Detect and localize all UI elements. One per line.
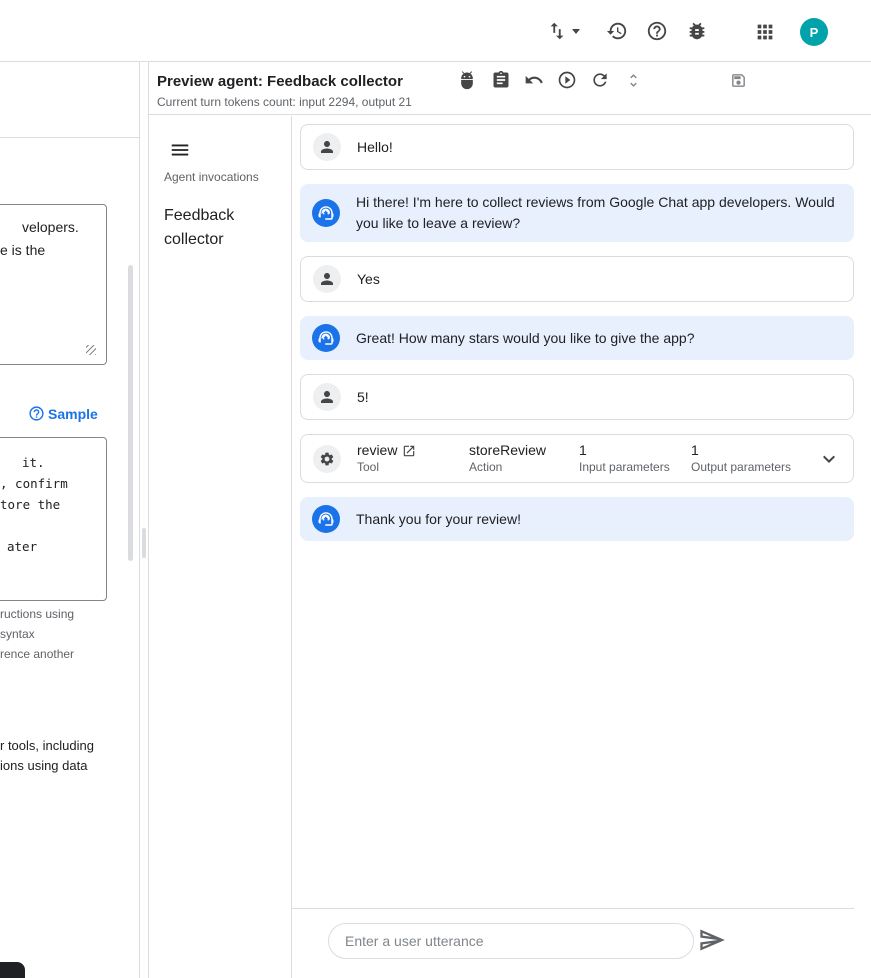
tool-output-label: Output parameters: [691, 460, 801, 475]
tool-output-count: 1: [691, 442, 801, 459]
body-text-fragment: ions using data: [0, 758, 87, 773]
save-icon[interactable]: [730, 72, 747, 89]
agent-message: Great! How many stars would you like to …: [300, 316, 854, 360]
tool-action-value: storeReview: [469, 442, 579, 459]
user-avatar-icon: [313, 133, 341, 161]
agent-invocations-label: Agent invocations: [164, 170, 259, 184]
preview-title: Preview agent: Feedback collector: [157, 72, 403, 92]
tool-details: review Tool storeReview Action: [357, 442, 801, 475]
apps-grid-icon[interactable]: [754, 21, 776, 43]
helper-text-fragment: ructions using: [0, 607, 74, 621]
tool-name-label: Tool: [357, 460, 469, 475]
sample-help-icon[interactable]: [28, 405, 45, 422]
code-fragment: tore the: [0, 494, 60, 515]
goal-textarea[interactable]: velopers. e is the: [0, 204, 107, 365]
agent-message: Thank you for your review!: [300, 497, 854, 541]
android-debug-icon[interactable]: [457, 70, 477, 90]
avatar-letter: P: [810, 25, 819, 40]
run-icon[interactable]: [557, 70, 577, 90]
hamburger-menu-icon[interactable]: [169, 139, 191, 161]
message-text: Thank you for your review!: [356, 509, 521, 530]
tool-input-count: 1: [579, 442, 691, 459]
code-fragment: ater: [7, 536, 37, 557]
body-text-fragment: r tools, including: [0, 738, 94, 753]
agent-avatar-icon: [312, 324, 340, 352]
goal-text-fragment: velopers.: [22, 216, 79, 239]
restart-icon[interactable]: [590, 70, 610, 90]
message-text: Great! How many stars would you like to …: [356, 328, 695, 349]
send-icon[interactable]: [698, 926, 726, 954]
composer-bar: [292, 908, 854, 978]
panel-scrollbar-thumb[interactable]: [128, 265, 133, 561]
tool-input-label: Input parameters: [579, 460, 691, 475]
user-message: 5!: [300, 374, 854, 420]
preview-agent-panel: Preview agent: Feedback collector Curren…: [148, 62, 871, 978]
import-export-icon[interactable]: [546, 20, 568, 42]
top-app-bar: P: [0, 0, 871, 62]
goal-text-fragment: e is the: [0, 239, 45, 262]
unfold-more-icon[interactable]: [625, 72, 642, 89]
tool-invocation-row: review Tool storeReview Action: [300, 434, 854, 483]
tool-name-link[interactable]: review: [357, 442, 397, 459]
app-screen: P velopers. e is the Sample it. , confir…: [0, 0, 871, 978]
debug-icon[interactable]: [686, 20, 708, 42]
message-text: Hi there! I'm here to collect reviews fr…: [356, 192, 838, 234]
message-list: Hello! Hi there! I'm here to collect rev…: [292, 116, 871, 555]
message-text: 5!: [357, 387, 369, 408]
undo-icon[interactable]: [524, 70, 544, 90]
cutoff-dark-element: [0, 962, 25, 978]
section-divider: [0, 137, 140, 138]
sample-link[interactable]: Sample: [48, 406, 98, 422]
tool-avatar-icon: [313, 445, 341, 473]
gutter-scrollbar-thumb[interactable]: [142, 528, 146, 558]
agent-avatar-icon: [312, 199, 340, 227]
invocation-agent-name[interactable]: Feedback collector: [164, 204, 274, 252]
agent-message: Hi there! I'm here to collect reviews fr…: [300, 184, 854, 242]
helper-text-fragment: syntax: [0, 627, 35, 641]
preview-header: Preview agent: Feedback collector Curren…: [149, 62, 871, 115]
message-text: Hello!: [357, 137, 393, 158]
chevron-down-icon[interactable]: [817, 447, 841, 471]
transcript-icon[interactable]: [491, 70, 511, 90]
user-message: Yes: [300, 256, 854, 302]
code-fragment: it.: [22, 452, 45, 473]
user-avatar-icon: [313, 383, 341, 411]
history-icon[interactable]: [606, 20, 628, 42]
textarea-resize-handle[interactable]: [86, 345, 96, 355]
token-count-status: Current turn tokens count: input 2294, o…: [157, 95, 412, 110]
user-message: Hello!: [300, 124, 854, 170]
utterance-input[interactable]: [328, 923, 694, 959]
agent-config-panel: velopers. e is the Sample it. , confirm …: [0, 62, 140, 978]
code-fragment: , confirm: [0, 473, 68, 494]
user-avatar-icon: [313, 265, 341, 293]
help-icon[interactable]: [646, 20, 668, 42]
chat-transcript-panel: Hello! Hi there! I'm here to collect rev…: [291, 116, 871, 978]
helper-text-fragment: rence another: [0, 647, 74, 661]
open-in-new-icon[interactable]: [402, 444, 416, 458]
message-text: Yes: [357, 269, 380, 290]
agent-avatar-icon: [312, 505, 340, 533]
dropdown-caret-icon[interactable]: [572, 29, 580, 34]
tool-action-label: Action: [469, 460, 579, 475]
account-avatar[interactable]: P: [800, 18, 828, 46]
instructions-editor[interactable]: it. , confirm tore the ater: [0, 437, 107, 601]
